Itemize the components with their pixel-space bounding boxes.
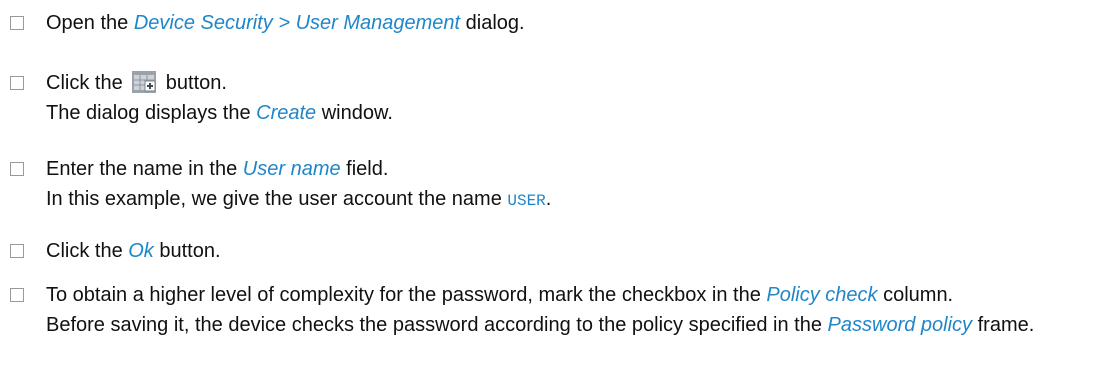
- step-text: Open the Device Security > User Manageme…: [46, 8, 1088, 38]
- step-text-part: Enter the name in the: [46, 158, 243, 180]
- frame-reference: Password policy: [827, 314, 973, 336]
- step-checkbox[interactable]: [10, 288, 24, 302]
- step-text: Click the button. The dialog displays th…: [46, 68, 1088, 128]
- example-value: USER: [507, 192, 546, 210]
- step-result-text: The dialog displays the: [46, 102, 257, 124]
- step-text: Enter the name in the User name field. I…: [46, 154, 1088, 216]
- step-text-part: Click the: [46, 72, 129, 94]
- column-reference: Policy check: [766, 284, 878, 306]
- step-checkbox[interactable]: [10, 244, 24, 258]
- step-result-text: Before saving it, the device checks the …: [46, 314, 828, 336]
- window-reference: Create: [256, 102, 317, 124]
- step-text-part: To obtain a higher level of complexity f…: [46, 284, 767, 306]
- add-table-row-icon: [132, 71, 157, 93]
- step-result-text: window.: [316, 102, 393, 124]
- step-text-part: Click the: [46, 240, 129, 262]
- button-reference: Ok: [128, 240, 154, 262]
- step-text: Click the Ok button.: [46, 236, 1088, 266]
- instruction-steps: Open the Device Security > User Manageme…: [0, 0, 1096, 376]
- step-text: To obtain a higher level of complexity f…: [46, 280, 1088, 340]
- step-text-part: Open the: [46, 12, 134, 34]
- step-checkbox[interactable]: [10, 162, 24, 176]
- step-text-part: column.: [877, 284, 954, 306]
- step-result-text: frame.: [972, 314, 1035, 336]
- step-checkbox[interactable]: [10, 16, 24, 30]
- step-checkbox[interactable]: [10, 76, 24, 90]
- step-text-part: button.: [160, 72, 227, 94]
- step-text-part: dialog.: [460, 12, 525, 34]
- step-result-text: In this example, we give the user accoun…: [46, 188, 508, 210]
- menu-path-reference: Device Security > User Management: [133, 12, 461, 34]
- step-text-part: field.: [340, 158, 389, 180]
- step-text-part: button.: [153, 240, 221, 262]
- step-result-text: .: [545, 188, 552, 210]
- field-reference: User name: [242, 158, 341, 180]
